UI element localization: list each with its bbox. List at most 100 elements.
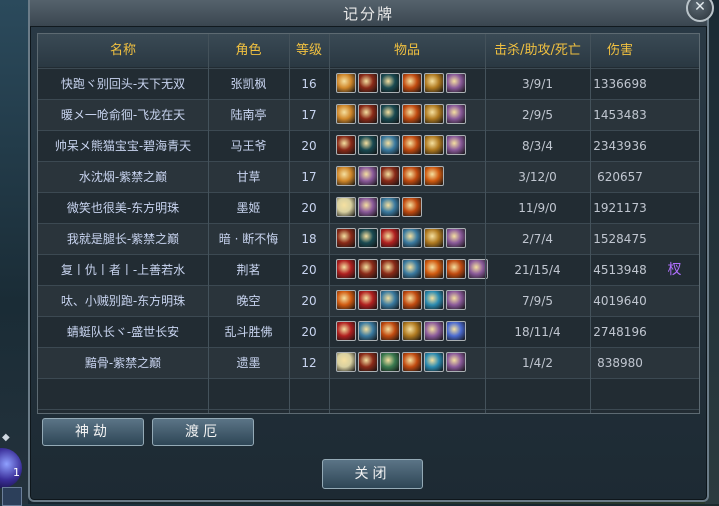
item-icon[interactable]: [424, 228, 444, 248]
item-icon[interactable]: [446, 135, 466, 155]
column-divider: [485, 34, 486, 413]
header-kda: 击杀/助攻/死亡: [494, 43, 581, 58]
item-icon[interactable]: [358, 352, 378, 372]
item-icon[interactable]: [424, 73, 444, 93]
cell-name: 暖メ一呛俞徊-飞龙在天: [60, 108, 186, 122]
item-icon[interactable]: [446, 73, 466, 93]
item-icon[interactable]: [424, 135, 444, 155]
item-icon[interactable]: [380, 290, 400, 310]
cell-level: 17: [301, 170, 317, 184]
item-icon[interactable]: [380, 73, 400, 93]
item-icon[interactable]: [358, 197, 378, 217]
cell-damage: 1528475: [593, 232, 647, 246]
item-icon[interactable]: [336, 352, 356, 372]
item-icon[interactable]: [336, 290, 356, 310]
item-icon[interactable]: [402, 259, 422, 279]
item-icon[interactable]: [358, 228, 378, 248]
cell-role: 张凯枫: [230, 77, 267, 91]
item-icon[interactable]: [336, 259, 356, 279]
table-row: 蜻蜓队长ヾ-盛世长安 乱斗胜佛 20 18/11/4 2748196: [38, 316, 699, 348]
item-icon[interactable]: [402, 321, 422, 341]
item-icon[interactable]: [402, 352, 422, 372]
cell-badge: [650, 131, 699, 161]
cell-kda: 3/9/1: [522, 77, 553, 91]
item-icon[interactable]: [358, 321, 378, 341]
cell-damage: 4019640: [593, 294, 647, 308]
close-button[interactable]: 关闭: [322, 459, 423, 489]
tab-due[interactable]: 渡厄: [152, 418, 254, 446]
cell-badge: 杈: [667, 262, 682, 278]
cell-kda: 8/3/4: [522, 139, 553, 153]
item-icon[interactable]: [380, 166, 400, 186]
item-icon[interactable]: [380, 135, 400, 155]
item-icon[interactable]: [424, 290, 444, 310]
item-icon[interactable]: [358, 290, 378, 310]
item-icon[interactable]: [380, 228, 400, 248]
cell-kda: 7/9/5: [522, 294, 553, 308]
item-icon[interactable]: [424, 321, 444, 341]
item-icon[interactable]: [402, 73, 422, 93]
cell-name: 复丨仇丨者丨-上善若水: [60, 263, 186, 277]
item-icon[interactable]: [380, 352, 400, 372]
item-icon[interactable]: [380, 321, 400, 341]
cell-level: 17: [301, 108, 317, 122]
item-icon[interactable]: [446, 228, 466, 248]
item-icon[interactable]: [446, 321, 466, 341]
item-icon[interactable]: [380, 197, 400, 217]
item-icon[interactable]: [336, 166, 356, 186]
tab-shenjie[interactable]: 神劫: [42, 418, 144, 446]
item-icon[interactable]: [380, 259, 400, 279]
item-icon[interactable]: [336, 197, 356, 217]
cell-kda: 11/9/0: [518, 201, 557, 215]
corner-button[interactable]: [2, 487, 22, 506]
item-icon[interactable]: [358, 135, 378, 155]
column-divider: [329, 34, 330, 413]
cell-level: 20: [301, 263, 317, 277]
cell-badge: [650, 193, 699, 223]
cell-badge: [650, 317, 699, 347]
header-name: 名称: [109, 43, 136, 58]
cell-role: 遗墨: [236, 356, 261, 370]
item-icon[interactable]: [446, 290, 466, 310]
table-row: 复丨仇丨者丨-上善若水 荆茗 20 21/15/4 4513948 杈: [38, 254, 699, 286]
item-icon[interactable]: [336, 321, 356, 341]
cell-role: 甘草: [236, 170, 261, 184]
item-icon[interactable]: [358, 104, 378, 124]
cell-kda: 3/12/0: [518, 170, 557, 184]
item-icon[interactable]: [336, 104, 356, 124]
item-icon[interactable]: [446, 352, 466, 372]
cell-name: 蜻蜓队长ヾ-盛世长安: [66, 325, 180, 339]
item-icon[interactable]: [358, 166, 378, 186]
item-icon[interactable]: [358, 259, 378, 279]
cell-role: 马王爷: [230, 139, 267, 153]
item-icon[interactable]: [402, 104, 422, 124]
cell-kda: 2/7/4: [522, 232, 553, 246]
item-icon[interactable]: [336, 73, 356, 93]
item-icon[interactable]: [336, 135, 356, 155]
item-icon[interactable]: [424, 166, 444, 186]
cell-role: 陆南亭: [230, 108, 267, 122]
item-icon[interactable]: [424, 104, 444, 124]
table-row: 呔、小贼别跑-东方明珠 晚空 20 7/9/5 4019640: [38, 285, 699, 317]
item-icon[interactable]: [402, 135, 422, 155]
item-icon[interactable]: [402, 166, 422, 186]
item-icon[interactable]: [358, 73, 378, 93]
header-level: 等级: [295, 43, 322, 58]
item-icon[interactable]: [446, 104, 466, 124]
item-icon[interactable]: [424, 259, 444, 279]
item-icon[interactable]: [336, 228, 356, 248]
cell-name: 我就是腿长-紫禁之巅: [66, 232, 180, 246]
item-icon[interactable]: [424, 352, 444, 372]
cell-role: 晚空: [236, 294, 261, 308]
cell-kda: 1/4/2: [522, 356, 553, 370]
cell-role: 暗 · 断不悔: [218, 232, 279, 246]
table-row: 帅呆メ熊猫宝宝-碧海青天 马王爷 20 8/3/4 2343936: [38, 130, 699, 162]
scoreboard-window: 记分牌 ✕ 名称 角色 等级 物品 击杀/助攻/死亡 伤害 快跑ヾ别回头-天下无…: [28, 0, 714, 502]
item-icon[interactable]: [380, 104, 400, 124]
item-icon[interactable]: [402, 197, 422, 217]
item-icon[interactable]: [402, 290, 422, 310]
cell-badge: [650, 224, 699, 254]
cell-role: 墨姬: [236, 201, 261, 215]
item-icon[interactable]: [446, 259, 466, 279]
item-icon[interactable]: [402, 228, 422, 248]
